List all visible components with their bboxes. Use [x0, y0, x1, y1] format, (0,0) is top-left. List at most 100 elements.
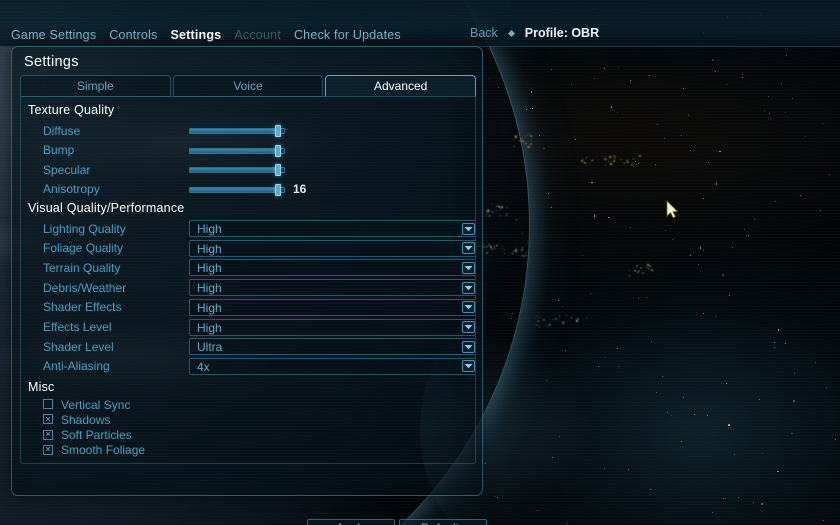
dropdown-lighting-quality[interactable]: High	[189, 220, 475, 237]
star	[715, 183, 718, 185]
city-light	[495, 209, 497, 211]
dropdown-value-anti-aliasing: 4x	[197, 359, 210, 374]
star	[714, 316, 716, 318]
chevron-down-icon[interactable]	[462, 261, 475, 274]
city-light	[582, 159, 584, 161]
star	[712, 59, 714, 61]
check-mark-icon: ×	[45, 444, 51, 455]
dropdown-shader-level[interactable]: Ultra	[189, 338, 475, 356]
city-light	[606, 158, 608, 161]
star	[630, 80, 632, 81]
tab-advanced[interactable]: Advanced	[325, 75, 477, 97]
dropdown-value-shader-effects: High	[197, 300, 222, 315]
checkbox-label-smooth-foliage[interactable]: Smooth Foliage	[61, 443, 145, 457]
star	[530, 91, 533, 93]
slider-specular[interactable]	[189, 163, 285, 176]
city-light	[620, 159, 622, 161]
chevron-down-icon[interactable]	[462, 281, 475, 294]
star	[657, 123, 658, 125]
city-light	[528, 319, 530, 321]
slider-handle[interactable]	[275, 144, 282, 157]
checkbox-label-shadows[interactable]: Shadows	[61, 413, 110, 427]
star	[649, 488, 651, 490]
star	[590, 292, 592, 294]
dropdown-foliage-quality[interactable]: High	[189, 239, 475, 257]
chevron-down-icon[interactable]	[462, 301, 475, 314]
star	[666, 411, 669, 414]
slider-bump[interactable]	[189, 144, 285, 157]
star	[708, 162, 709, 164]
slider-handle[interactable]	[275, 183, 282, 196]
dropdown-label-shader-effects: Shader Effects	[43, 300, 122, 315]
dropdown-anti-aliasing[interactable]: 4x	[189, 357, 475, 375]
star	[784, 343, 786, 345]
city-light	[483, 246, 485, 249]
back-button[interactable]: Back	[470, 26, 498, 40]
main-menu: Game Settings Controls Settings Account Chec…	[0, 28, 401, 42]
city-light	[623, 162, 625, 164]
star	[729, 295, 731, 297]
chevron-down-icon[interactable]	[462, 222, 475, 235]
dropdown-value-shader-level: Ultra	[197, 340, 223, 355]
chevron-down-icon[interactable]	[462, 360, 475, 373]
star	[722, 498, 724, 500]
menu-item-account: Account	[234, 28, 281, 42]
chevron-down-icon[interactable]	[462, 340, 475, 353]
dropdown-row: Foliage Quality High	[21, 239, 475, 258]
checkbox-label-vertical-sync[interactable]: Vertical Sync	[61, 398, 130, 412]
slider-anisotropy[interactable]	[189, 183, 285, 196]
star	[493, 496, 495, 498]
slider-handle[interactable]	[275, 164, 282, 176]
star	[608, 216, 610, 219]
slider-diffuse[interactable]	[189, 124, 285, 137]
city-light	[570, 316, 572, 318]
star	[551, 207, 553, 209]
city-light	[499, 209, 501, 211]
star	[688, 115, 690, 117]
star	[703, 250, 705, 252]
checkbox-label-soft-particles[interactable]: Soft Particles	[61, 428, 132, 442]
dropdown-row: Anti-Aliasing 4x	[21, 357, 475, 376]
dropdown-row: Terrain Quality High	[21, 258, 475, 277]
slider-handle[interactable]	[275, 125, 282, 137]
star	[661, 376, 663, 378]
menu-item-settings[interactable]: Settings	[170, 28, 221, 42]
checkbox-smooth-foliage[interactable]: ×	[43, 444, 53, 455]
city-light	[504, 252, 506, 254]
city-light	[639, 269, 641, 272]
star	[593, 78, 595, 80]
chevron-down-icon[interactable]	[462, 242, 475, 255]
dropdown-debris-weather[interactable]: High	[189, 279, 475, 297]
city-light	[487, 210, 489, 212]
checkbox-vertical-sync[interactable]	[43, 399, 53, 409]
star	[737, 496, 739, 498]
menu-item-check-for-updates[interactable]: Check for Updates	[294, 28, 401, 42]
star	[742, 77, 744, 79]
tab-voice[interactable]: Voice	[172, 75, 324, 97]
city-light	[638, 154, 641, 157]
dropdown-effects-level[interactable]: High	[189, 318, 475, 336]
dropdown-terrain-quality[interactable]: High	[189, 259, 475, 277]
profile-label: Profile: OBR	[524, 26, 600, 40]
dropdown-shader-effects[interactable]: High	[189, 298, 475, 316]
city-light	[483, 244, 485, 246]
checkbox-shadows[interactable]: ×	[43, 414, 53, 425]
city-light	[501, 248, 503, 249]
checkbox-row: Vertical Sync	[21, 397, 475, 412]
defaults-button[interactable]: Defaults	[399, 519, 487, 525]
city-light	[651, 270, 654, 272]
chevron-down-icon[interactable]	[462, 321, 475, 333]
apply-button[interactable]: Apply	[307, 519, 395, 525]
tab-simple[interactable]: Simple	[20, 75, 171, 97]
star	[712, 511, 714, 513]
star	[637, 162, 639, 164]
star	[664, 229, 666, 231]
menu-item-game-settings[interactable]: Game Settings	[11, 28, 96, 42]
star	[487, 407, 489, 409]
menu-item-controls[interactable]: Controls	[109, 28, 157, 42]
dropdown-value-foliage-quality: High	[197, 241, 222, 256]
checkbox-soft-particles[interactable]: ×	[43, 429, 53, 440]
city-light	[586, 316, 588, 318]
city-light	[543, 319, 546, 322]
city-light	[636, 154, 639, 157]
